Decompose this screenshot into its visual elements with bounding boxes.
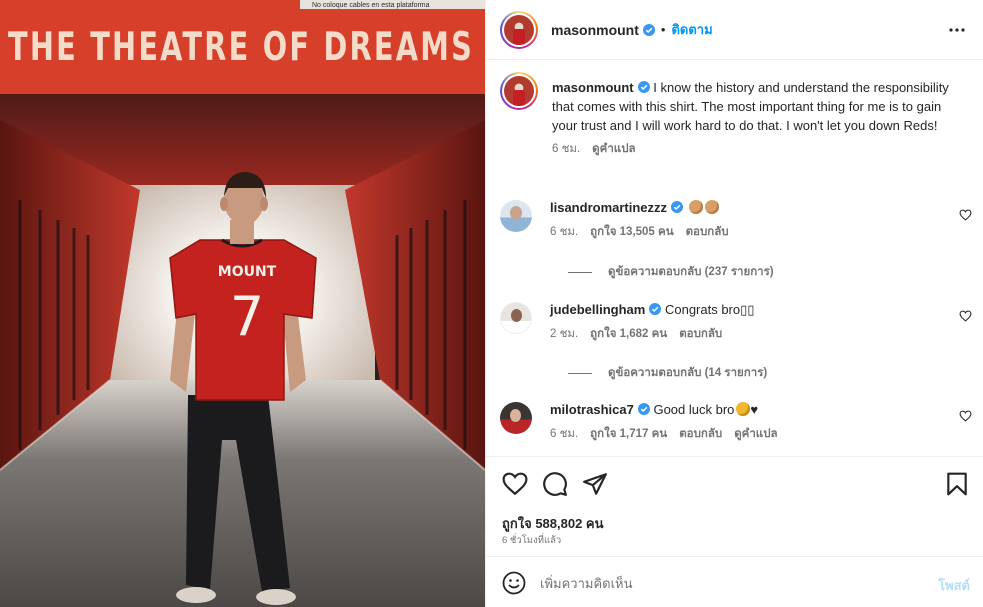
comment-time[interactable]: 6 ชม.	[550, 425, 578, 444]
caption-username[interactable]: masonmount	[552, 80, 634, 95]
sign-subtext: No coloque cables en esta plataforma	[312, 2, 430, 9]
post-detail-panel: masonmount • ติดตาม masonmount I know th…	[485, 0, 983, 607]
verified-badge-icon	[637, 403, 650, 415]
comment-likes[interactable]: ถูกใจ 1,682 คน	[590, 325, 667, 344]
jersey-number: 7	[230, 285, 264, 348]
view-replies-button[interactable]: ดูข้อความตอบกลับ (237 รายการ)	[568, 263, 774, 281]
verified-badge-icon	[649, 303, 662, 315]
author-username[interactable]: masonmount	[551, 22, 639, 38]
verified-badge-icon	[642, 23, 655, 36]
caption-avatar-story-ring[interactable]	[500, 72, 538, 110]
reply-button[interactable]: ตอบกลับ	[686, 223, 729, 242]
comment-item: milotrashica7 Good luck bro ♥ 6 ชม. ถูกใจ…	[500, 400, 970, 444]
clapping-hands-emoji-icon	[704, 200, 719, 214]
heart-icon[interactable]	[502, 471, 528, 497]
caption-time[interactable]: 6 ชม.	[552, 140, 580, 159]
verified-badge-icon	[671, 201, 684, 213]
replies-divider	[568, 372, 592, 374]
jersey-name: MOUNT	[218, 264, 277, 280]
caption: masonmount I know the history and unders…	[500, 72, 970, 159]
comment-likes[interactable]: ถูกใจ 1,717 คน	[590, 425, 667, 444]
comment-item: judebellingham Congrats bro▯▯ 2 ชม. ถูกใ…	[500, 300, 970, 344]
comment-input[interactable]	[540, 572, 920, 594]
see-translation-button[interactable]: ดูคำแปล	[592, 140, 635, 159]
face-emoji-icon	[736, 402, 751, 416]
photo-scene: THE THEATRE OF DREAMS No coloque cables …	[0, 0, 485, 607]
comment-time[interactable]: 2 ชม.	[550, 325, 578, 344]
reply-button[interactable]: ตอบกลับ	[679, 425, 722, 444]
comment-like-heart-icon[interactable]	[959, 209, 972, 221]
comment-text: Good luck bro	[653, 402, 735, 417]
follow-button[interactable]: ติดตาม	[671, 19, 712, 40]
comment-username[interactable]: lisandromartinezzz	[550, 200, 667, 215]
bookmark-icon[interactable]	[944, 471, 970, 497]
view-replies-label: ดูข้อความตอบกลับ (14 รายการ)	[608, 367, 768, 379]
comment-icon[interactable]	[542, 471, 568, 497]
comment-username[interactable]: milotrashica7	[550, 402, 634, 417]
reply-button[interactable]: ตอบกลับ	[679, 325, 722, 344]
heart-emoji: ♥	[750, 402, 759, 417]
post-likes-count[interactable]: ถูกใจ 588,802 คน	[502, 513, 604, 534]
avatar	[504, 76, 534, 106]
post-header: masonmount • ติดตาม	[486, 0, 983, 60]
verified-badge-icon	[637, 81, 650, 93]
post-timestamp[interactable]: 6 ชั่วโมงที่แล้ว	[502, 533, 561, 548]
view-replies-label: ดูข้อความตอบกลับ (237 รายการ)	[608, 266, 774, 278]
post-photo: THE THEATRE OF DREAMS No coloque cables …	[0, 0, 485, 607]
more-options-icon[interactable]	[948, 22, 966, 38]
comment-like-heart-icon[interactable]	[959, 410, 972, 422]
comment-text: Congrats bro▯▯	[664, 302, 755, 317]
comment-composer: โพสต์	[486, 556, 983, 607]
clapping-hands-emoji-icon	[688, 200, 703, 214]
avatar[interactable]	[500, 302, 532, 334]
post-actions: ถูกใจ 588,802 คน 6 ชั่วโมงที่แล้ว	[486, 456, 983, 556]
smile-icon[interactable]	[502, 571, 526, 595]
avatar[interactable]	[500, 402, 532, 434]
comment-likes[interactable]: ถูกใจ 13,505 คน	[590, 223, 673, 242]
see-translation-button[interactable]: ดูคำแปล	[734, 425, 777, 444]
comment-username[interactable]: judebellingham	[550, 302, 645, 317]
sign-text: THE THEATRE OF DREAMS	[8, 25, 474, 70]
comment-time[interactable]: 6 ชม.	[550, 223, 578, 242]
replies-divider	[568, 271, 592, 273]
avatar[interactable]	[500, 200, 532, 232]
post-comment-button[interactable]: โพสต์	[938, 575, 970, 596]
comment-like-heart-icon[interactable]	[959, 310, 972, 322]
comments-list[interactable]: masonmount I know the history and unders…	[486, 60, 983, 456]
author-avatar-story-ring[interactable]	[500, 10, 538, 49]
separator-dot: •	[660, 22, 666, 37]
view-replies-button[interactable]: ดูข้อความตอบกลับ (14 รายการ)	[568, 364, 767, 382]
comment-item: lisandromartinezzz 6 ชม. ถูกใจ 13,505 คน…	[500, 198, 970, 242]
avatar	[504, 14, 534, 45]
send-icon[interactable]	[582, 471, 608, 497]
